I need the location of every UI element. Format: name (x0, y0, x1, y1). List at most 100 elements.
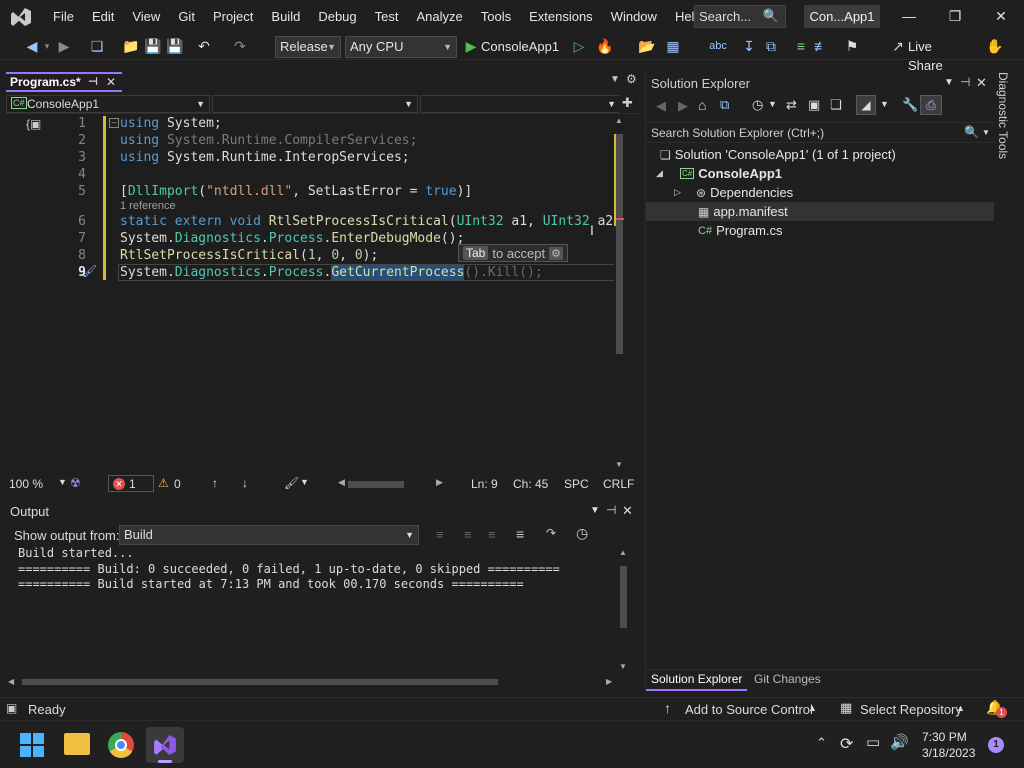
scroll-left-icon[interactable]: ◀ (8, 677, 14, 686)
panel-options-icon[interactable]: ▼ (590, 505, 600, 516)
scroll-right-icon[interactable]: ▶ (436, 477, 443, 488)
output-horizontal-scrollbar[interactable]: ◀ ▶ (6, 676, 618, 688)
add-to-source-control-button[interactable]: Add to Source Control (685, 702, 813, 717)
column-indicator[interactable]: Ch: 45 (513, 477, 548, 491)
scroll-thumb[interactable] (22, 679, 498, 685)
warning-icon[interactable]: ⚠ (158, 476, 169, 490)
zoom-level[interactable]: 100 % (9, 477, 43, 491)
home-icon[interactable]: ⌂ (698, 97, 706, 113)
menu-file[interactable]: File (44, 9, 83, 24)
previous-message-icon[interactable]: ≡ (464, 527, 472, 542)
menu-git[interactable]: Git (169, 9, 204, 24)
configuration-dropdown[interactable]: Release ▼ (275, 36, 341, 58)
scroll-down-icon[interactable]: ▼ (615, 460, 623, 469)
menu-analyze[interactable]: Analyze (407, 9, 471, 24)
tree-item-solution[interactable]: ❏ Solution 'ConsoleApp1' (1 of 1 project… (660, 147, 896, 162)
tab-solution-explorer[interactable]: Solution Explorer (646, 670, 748, 691)
solution-name-badge[interactable]: Con...App1 (804, 5, 880, 28)
solution-search-input[interactable]: Search Solution Explorer (Ctrl+;) 🔍 ▼ (646, 122, 994, 143)
step-icon[interactable]: ↧ (740, 37, 758, 56)
feedback-icon[interactable]: ✋ (986, 37, 1004, 56)
output-vertical-scrollbar[interactable]: ▲ ▼ (618, 546, 628, 676)
windows-start-icon[interactable] (20, 733, 44, 757)
chevron-down-icon[interactable]: ▼ (300, 477, 309, 487)
back-icon[interactable]: ◀ (24, 37, 40, 56)
platform-dropdown[interactable]: Any CPU ▼ (345, 36, 457, 58)
close-panel-icon[interactable]: ✕ (976, 75, 987, 91)
back-dropdown-icon[interactable]: ▾ (42, 37, 52, 56)
quick-actions-brush-icon[interactable]: 🖌 (82, 264, 97, 278)
scroll-thumb[interactable] (620, 566, 627, 628)
pin-icon[interactable]: ⊣ (960, 75, 970, 89)
collapse-icon[interactable]: – (109, 118, 119, 128)
pin-icon[interactable]: ⊣ (88, 74, 98, 90)
global-search-input[interactable]: Search... 🔍 (694, 5, 786, 28)
show-all-files-icon[interactable]: ❏ (830, 97, 842, 113)
comment-icon[interactable]: ≡ (792, 37, 810, 56)
menu-extensions[interactable]: Extensions (520, 9, 602, 24)
warning-count[interactable]: 0 (174, 477, 181, 491)
visual-studio-logo-icon[interactable] (10, 6, 32, 28)
menu-window[interactable]: Window (602, 9, 666, 24)
layout-icon[interactable]: ▦ (664, 37, 682, 56)
code-cleanup-brush-icon[interactable]: 🖌 (284, 476, 299, 490)
go-to-location-icon[interactable]: ≡ (436, 527, 444, 542)
codelens-references[interactable]: 1 reference (120, 200, 176, 212)
open-folder-icon[interactable]: 📁 (122, 37, 140, 56)
live-share-button[interactable]: Live Share (908, 37, 968, 73)
scroll-down-icon[interactable]: ▼ (619, 662, 627, 671)
previous-issue-icon[interactable]: ↑ (212, 476, 218, 490)
scroll-up-icon[interactable]: ▲ (615, 116, 623, 125)
notification-center-badge[interactable]: 1 (988, 737, 1004, 753)
menu-test[interactable]: Test (366, 9, 408, 24)
close-window-icon[interactable]: ✕ (978, 0, 1024, 33)
chevron-down-icon[interactable]: ▼ (880, 99, 889, 109)
bookmark-icon[interactable]: ⚑ (844, 37, 860, 56)
chevron-down-icon[interactable]: ▼ (982, 128, 990, 137)
tab-git-changes[interactable]: Git Changes (754, 670, 821, 691)
menu-tools[interactable]: Tools (472, 9, 520, 24)
switch-views-icon[interactable]: ⧉ (720, 97, 729, 113)
save-icon[interactable]: 💾 (144, 37, 162, 56)
chrome-icon[interactable] (108, 732, 134, 758)
preview-icon[interactable]: ⎙ (920, 95, 942, 115)
show-hidden-icons-chevron-icon[interactable]: ⌃ (816, 735, 827, 751)
upload-arrow-icon[interactable]: ↑ (664, 700, 671, 716)
back-icon[interactable]: ◀ (656, 98, 666, 114)
file-explorer-icon[interactable] (64, 733, 90, 755)
repository-icon[interactable]: ▦ (840, 700, 852, 716)
forward-icon[interactable]: ▶ (678, 98, 688, 114)
close-tab-icon[interactable]: ✕ (106, 74, 116, 90)
start-project-button[interactable]: ConsoleApp1 (481, 37, 563, 56)
chevron-up-icon[interactable]: ▲ (808, 703, 817, 713)
clock-date[interactable]: 3/18/2023 (922, 746, 975, 760)
next-message-icon[interactable]: ≡ (488, 527, 496, 542)
sync-status-icon[interactable]: ⟳ (840, 734, 853, 754)
start-without-debugging-icon[interactable]: ▷ (572, 37, 586, 56)
scroll-thumb[interactable] (616, 134, 623, 354)
diagnostic-tools-side-tab[interactable]: Diagnostic Tools (996, 72, 1018, 172)
whitespace-indicator[interactable]: SPC (564, 477, 589, 491)
close-panel-icon[interactable]: ✕ (622, 503, 633, 519)
gear-icon[interactable]: ⚙ (626, 72, 637, 86)
chevron-down-icon[interactable]: ▼ (58, 477, 67, 487)
settings-gear-icon[interactable]: ⚙ (549, 246, 563, 260)
menu-view[interactable]: View (123, 9, 169, 24)
pin-icon[interactable]: ⊣ (606, 503, 616, 517)
live-share-icon[interactable]: ↗ (890, 37, 906, 56)
forward-icon[interactable]: ▶ (56, 37, 72, 56)
clear-all-icon[interactable]: ≡ (516, 526, 524, 542)
tree-item-dependencies[interactable]: ▷ ⊛ Dependencies (674, 185, 793, 200)
chevron-down-icon[interactable]: ▼ (768, 99, 777, 109)
sync-icon[interactable]: ⇄ (786, 97, 797, 113)
redo-icon[interactable]: ↷ (232, 37, 248, 56)
line-indicator[interactable]: Ln: 9 (471, 477, 498, 491)
history-icon[interactable]: ◷ (752, 97, 763, 113)
output-source-dropdown[interactable]: Build ▼ (119, 525, 419, 545)
menu-edit[interactable]: Edit (83, 9, 123, 24)
menu-project[interactable]: Project (204, 9, 262, 24)
spell-check-icon[interactable]: abc (708, 37, 728, 56)
restore-icon[interactable]: ❐ (932, 0, 978, 33)
error-count-button[interactable]: ✕ 1 (108, 475, 154, 492)
scroll-up-icon[interactable]: ▲ (619, 548, 627, 557)
